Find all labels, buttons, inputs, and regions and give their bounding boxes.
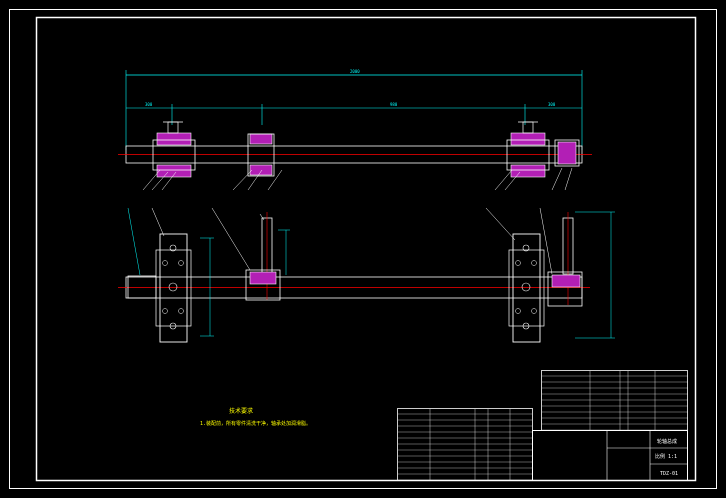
title-name: 轮轴总成 — [657, 438, 677, 445]
technical-notes: 技术要求 1.装配前，所有零件清洗干净，轴承处加润滑脂。 — [200, 407, 311, 427]
title-block: 轮轴总成 比例 1:1 TDZ-01 — [397, 370, 688, 481]
top-view: 2000 300 980 300 — [118, 69, 592, 191]
dim-mid-seg: 980 — [390, 102, 398, 107]
dim-right-seg: 300 — [548, 102, 556, 107]
dim-overall: 2000 — [350, 69, 360, 74]
parts-list-rows — [398, 375, 688, 481]
dim-left-seg: 300 — [145, 102, 153, 107]
title-scale: 比例 1:1 — [655, 453, 677, 460]
title-drawing-no: TDZ-01 — [660, 471, 678, 477]
notes-title: 技术要求 — [229, 407, 253, 415]
front-view — [118, 207, 615, 343]
notes-body: 1.装配前，所有零件清洗干净，轴承处加润滑脂。 — [200, 420, 311, 427]
sheet-outer-frame — [9, 9, 717, 489]
cad-drawing: 2000 300 980 300 技术要求 1.装配前，所有零件清洗干净，轴承处… — [9, 9, 717, 489]
